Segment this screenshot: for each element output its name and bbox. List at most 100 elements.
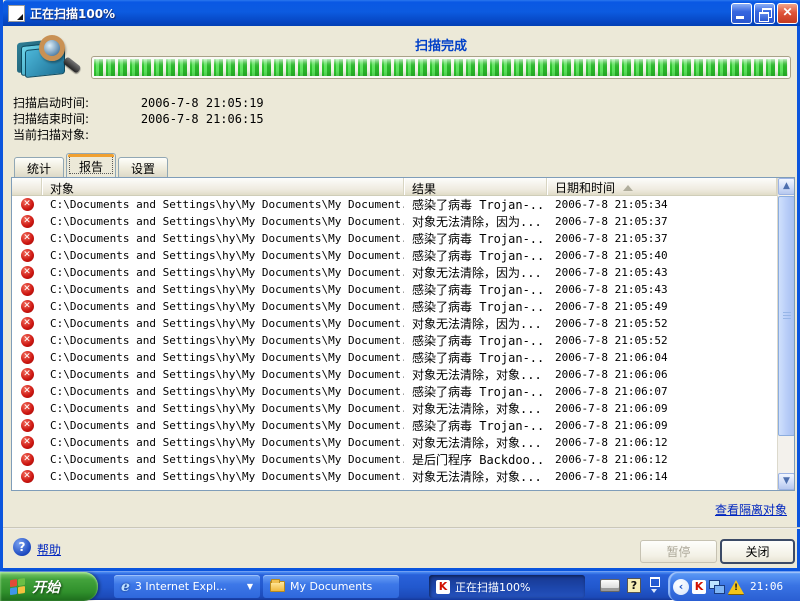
table-row[interactable]: ✕ C:\Documents and Settings\hy\My Docume… <box>12 247 777 264</box>
table-row[interactable]: ✕ C:\Documents and Settings\hy\My Docume… <box>12 383 777 400</box>
infected-status-icon: ✕ <box>20 470 34 483</box>
ime-help-icon[interactable]: ? <box>627 577 641 593</box>
close-window-button[interactable] <box>777 2 798 24</box>
scan-result-cell: 对象无法清除，对象... <box>412 368 542 382</box>
object-path-cell: C:\Documents and Settings\hy\My Document… <box>50 368 404 381</box>
minimize-button[interactable] <box>731 2 752 24</box>
table-row[interactable]: ✕ C:\Documents and Settings\hy\My Docume… <box>12 298 777 315</box>
infected-status-icon: ✕ <box>20 419 34 432</box>
start-button[interactable]: 开始 <box>0 572 98 601</box>
help-link[interactable]: 帮助 <box>37 541 61 558</box>
infected-status-icon: ✕ <box>20 266 34 279</box>
hide-inactive-icons-chevron[interactable]: ‹ <box>673 578 689 595</box>
tab-report[interactable]: 报告 <box>66 153 117 177</box>
table-row[interactable]: ✕ C:\Documents and Settings\hy\My Docume… <box>12 264 777 281</box>
object-path-cell: C:\Documents and Settings\hy\My Document… <box>50 266 404 279</box>
language-bar: ? <box>600 577 660 593</box>
object-path-cell: C:\Documents and Settings\hy\My Document… <box>50 334 404 347</box>
table-row[interactable]: ✕ C:\Documents and Settings\hy\My Docume… <box>12 434 777 451</box>
datetime-cell: 2006-7-8 21:06:12 <box>555 453 668 466</box>
scan-end-time-label: 扫描结束时间: <box>13 112 90 126</box>
table-row[interactable]: ✕ C:\Documents and Settings\hy\My Docume… <box>12 332 777 349</box>
table-row[interactable]: ✕ C:\Documents and Settings\hy\My Docume… <box>12 230 777 247</box>
scan-result-cell: 是后门程序 Backdoo... <box>412 453 547 467</box>
report-list-header: 对象 结果 日期和时间 <box>12 178 777 196</box>
object-path-cell: C:\Documents and Settings\hy\My Document… <box>50 402 404 415</box>
pause-button[interactable]: 暂停 <box>640 540 717 563</box>
table-row[interactable]: ✕ C:\Documents and Settings\hy\My Docume… <box>12 281 777 298</box>
object-path-cell: C:\Documents and Settings\hy\My Document… <box>50 283 404 296</box>
task-label: My Documents <box>290 580 373 593</box>
table-row[interactable]: ✕ C:\Documents and Settings\hy\My Docume… <box>12 400 777 417</box>
report-list: 对象 结果 日期和时间 ✕ C:\Documents and Settings\… <box>11 177 795 491</box>
column-header-datetime[interactable]: 日期和时间 <box>547 178 777 195</box>
table-row[interactable]: ✕ C:\Documents and Settings\hy\My Docume… <box>12 315 777 332</box>
table-row[interactable]: ✕ C:\Documents and Settings\hy\My Docume… <box>12 468 777 485</box>
object-path-cell: C:\Documents and Settings\hy\My Document… <box>50 351 404 364</box>
window-title: 正在扫描100% <box>30 6 116 21</box>
network-tray-icon[interactable] <box>709 579 725 594</box>
table-row[interactable]: ✕ C:\Documents and Settings\hy\My Docume… <box>12 349 777 366</box>
datetime-cell: 2006-7-8 21:05:52 <box>555 334 668 347</box>
scan-progress-bar <box>91 56 791 79</box>
task-internet-explorer-group[interactable]: e 3 Internet Expl... ▼ <box>114 575 260 598</box>
scan-result-cell: 对象无法清除，对象... <box>412 470 542 484</box>
datetime-cell: 2006-7-8 21:06:09 <box>555 419 668 432</box>
tab-settings[interactable]: 设置 <box>118 157 169 177</box>
vertical-scrollbar[interactable]: ▲ ▼ <box>777 178 794 490</box>
scan-result-cell: 感染了病毒 Trojan-... <box>412 334 547 348</box>
object-path-cell: C:\Documents and Settings\hy\My Document… <box>50 215 404 228</box>
task-my-documents[interactable]: My Documents <box>263 575 399 598</box>
table-row[interactable]: ✕ C:\Documents and Settings\hy\My Docume… <box>12 417 777 434</box>
datetime-cell: 2006-7-8 21:05:43 <box>555 266 668 279</box>
task-scan-window[interactable]: K 正在扫描100% <box>429 575 585 598</box>
security-warning-tray-icon[interactable] <box>728 579 744 594</box>
column-header-result[interactable]: 结果 <box>404 178 547 196</box>
infected-status-icon: ✕ <box>20 368 34 381</box>
language-bar-minimize-icon[interactable] <box>648 577 660 593</box>
taskbar: 开始 e 3 Internet Expl... ▼ My Documents K… <box>0 571 800 601</box>
scan-result-cell: 对象无法清除，因为... <box>412 215 542 229</box>
scan-status-heading: 扫描完成 <box>414 39 467 54</box>
kaspersky-tray-icon[interactable]: K <box>692 579 706 594</box>
task-label: 正在扫描100% <box>455 580 531 594</box>
current-object-label: 当前扫描对象: <box>13 128 90 142</box>
infected-status-icon: ✕ <box>20 300 34 313</box>
help-icon[interactable]: ? <box>13 538 31 556</box>
restore-button[interactable] <box>754 2 775 24</box>
folder-icon <box>270 579 285 592</box>
table-row[interactable]: ✕ C:\Documents and Settings\hy\My Docume… <box>12 451 777 468</box>
infected-status-icon: ✕ <box>20 453 34 466</box>
tab-strip: 统计 报告 设置 <box>14 153 170 177</box>
scroll-up-button[interactable]: ▲ <box>778 178 794 195</box>
table-row[interactable]: ✕ C:\Documents and Settings\hy\My Docume… <box>12 213 777 230</box>
object-path-cell: C:\Documents and Settings\hy\My Document… <box>50 198 404 211</box>
datetime-cell: 2006-7-8 21:05:49 <box>555 300 668 313</box>
keyboard-layout-icon[interactable] <box>600 578 620 592</box>
infected-status-icon: ✕ <box>20 402 34 415</box>
scroll-down-button[interactable]: ▼ <box>778 473 794 490</box>
taskbar-clock[interactable]: 21:06 <box>750 580 783 593</box>
table-row[interactable]: ✕ C:\Documents and Settings\hy\My Docume… <box>12 196 777 213</box>
scan-end-time-row: 扫描结束时间: 2006-7-8 21:06:15 <box>13 110 264 126</box>
column-header-object[interactable]: 对象 <box>42 178 404 196</box>
title-bar[interactable]: 正在扫描100% <box>3 0 800 26</box>
object-path-cell: C:\Documents and Settings\hy\My Document… <box>50 249 404 262</box>
scan-result-cell: 对象无法清除，因为... <box>412 266 542 280</box>
close-button[interactable]: 关闭 <box>720 539 795 564</box>
object-path-cell: C:\Documents and Settings\hy\My Document… <box>50 436 404 449</box>
column-header-status[interactable] <box>12 178 42 195</box>
datetime-cell: 2006-7-8 21:06:06 <box>555 368 668 381</box>
scrollbar-thumb[interactable] <box>778 196 794 436</box>
scan-result-cell: 感染了病毒 Trojan-... <box>412 283 547 297</box>
table-row[interactable]: ✕ C:\Documents and Settings\hy\My Docume… <box>12 366 777 383</box>
current-object-row: 当前扫描对象: <box>13 126 137 142</box>
start-button-label: 开始 <box>32 579 60 596</box>
view-quarantine-link[interactable]: 查看隔离对象 <box>715 501 787 518</box>
tab-statistics[interactable]: 统计 <box>14 157 65 177</box>
scan-result-cell: 感染了病毒 Trojan-... <box>412 198 547 212</box>
kaspersky-icon: K <box>436 579 450 594</box>
object-path-cell: C:\Documents and Settings\hy\My Document… <box>50 317 404 330</box>
internet-explorer-icon: e <box>121 578 130 595</box>
scan-window: 正在扫描100% 扫描完成 扫描启动时间: 2006-7-8 21:05:19 … <box>0 0 800 571</box>
